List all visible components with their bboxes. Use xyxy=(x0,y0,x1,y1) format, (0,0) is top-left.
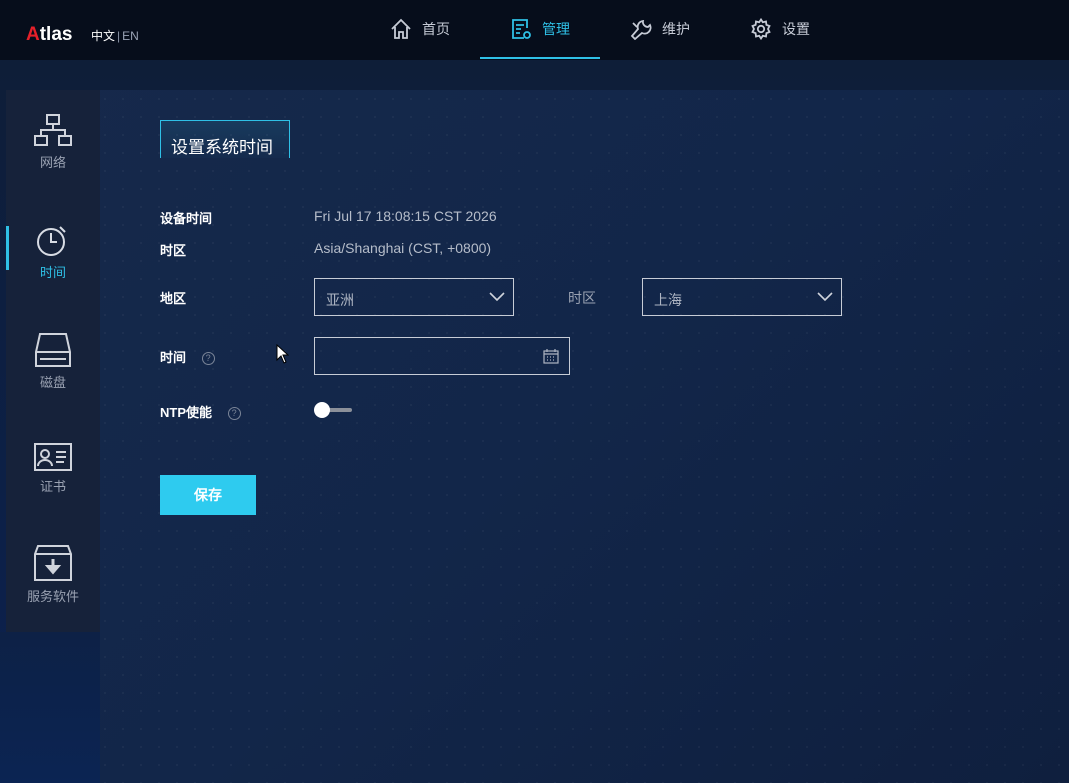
timezone-select-value: 上海 xyxy=(654,292,682,308)
sidebar: 网络 时间 磁盘 证书 服务软件 xyxy=(6,90,100,632)
lang-separator: | xyxy=(117,29,121,43)
sidebar-item-time[interactable]: 时间 xyxy=(6,222,100,281)
nav-item-manage[interactable]: 管理 xyxy=(480,0,600,59)
chevron-down-icon xyxy=(489,292,505,302)
lang-en-link[interactable]: EN xyxy=(122,29,139,43)
language-switch: 中文 | EN xyxy=(91,27,139,44)
ntp-toggle-knob xyxy=(314,402,330,418)
nav-label-home: 首页 xyxy=(422,21,450,37)
network-icon xyxy=(34,114,72,146)
nav-item-home[interactable]: 首页 xyxy=(360,0,480,58)
nav-item-maintain[interactable]: 维护 xyxy=(600,0,720,58)
region-label: 地区 xyxy=(160,291,187,306)
timezone-value: Asia/Shanghai (CST, +0800) xyxy=(314,240,492,256)
nav-label-manage: 管理 xyxy=(542,21,570,37)
sidebar-label-service-software: 服务软件 xyxy=(26,589,79,604)
gear-icon xyxy=(751,18,771,40)
sidebar-item-disk[interactable]: 磁盘 xyxy=(6,332,100,391)
content-panel xyxy=(6,90,1069,783)
sidebar-label-network: 网络 xyxy=(39,155,66,170)
sidebar-background-lower xyxy=(0,632,100,783)
stopwatch-icon xyxy=(37,226,66,256)
time-help-icon[interactable]: ? xyxy=(201,352,215,366)
sidebar-item-certificate[interactable]: 证书 xyxy=(6,442,100,495)
ntp-toggle[interactable] xyxy=(314,402,352,418)
device-time-value: Fri Jul 17 18:08:15 CST 2026 xyxy=(314,208,497,224)
certificate-icon xyxy=(34,443,72,471)
ntp-label: NTP使能 ? xyxy=(160,402,241,421)
region-select[interactable]: 亚洲 xyxy=(314,278,514,316)
ntp-label-text: NTP使能 xyxy=(160,405,213,420)
timezone-select[interactable]: 上海 xyxy=(642,278,842,316)
nav-label-maintain: 维护 xyxy=(662,21,690,37)
main-nav: 首页 管理 维护 设置 xyxy=(360,0,840,60)
manage-icon xyxy=(512,19,531,39)
calendar-icon[interactable] xyxy=(543,348,559,364)
timezone-label: 时区 xyxy=(160,243,187,258)
nav-label-settings: 设置 xyxy=(782,21,810,37)
time-label: 时间 ? xyxy=(160,347,215,366)
download-box-icon xyxy=(34,545,72,581)
tz-select-label: 时区 xyxy=(568,290,596,306)
save-button[interactable]: 保存 xyxy=(160,475,256,515)
device-time-label: 设备时间 xyxy=(160,211,213,226)
atlas-logo: Atlas xyxy=(26,24,73,45)
nav-item-settings[interactable]: 设置 xyxy=(720,0,840,58)
sidebar-label-time: 时间 xyxy=(39,265,66,280)
sidebar-item-network[interactable]: 网络 xyxy=(6,114,100,171)
sidebar-label-disk: 磁盘 xyxy=(39,375,66,390)
time-label-text: 时间 xyxy=(160,350,187,365)
section-title-tab: 设置系统时间 xyxy=(160,120,290,158)
lang-zh-link[interactable]: 中文 xyxy=(91,29,115,43)
wrench-icon xyxy=(630,19,652,40)
region-select-value: 亚洲 xyxy=(326,292,354,308)
mouse-cursor-icon xyxy=(276,344,289,364)
top-navigation-bar: Atlas 中文 | EN 首页 管理 维护 设置 xyxy=(0,0,1069,60)
ntp-help-icon[interactable]: ? xyxy=(227,407,241,421)
disk-icon xyxy=(35,333,71,367)
sidebar-label-certificate: 证书 xyxy=(39,479,66,494)
chevron-down-icon xyxy=(817,292,833,302)
time-input[interactable] xyxy=(314,337,570,375)
sidebar-item-service-software[interactable]: 服务软件 xyxy=(6,544,100,605)
home-icon xyxy=(391,18,411,39)
